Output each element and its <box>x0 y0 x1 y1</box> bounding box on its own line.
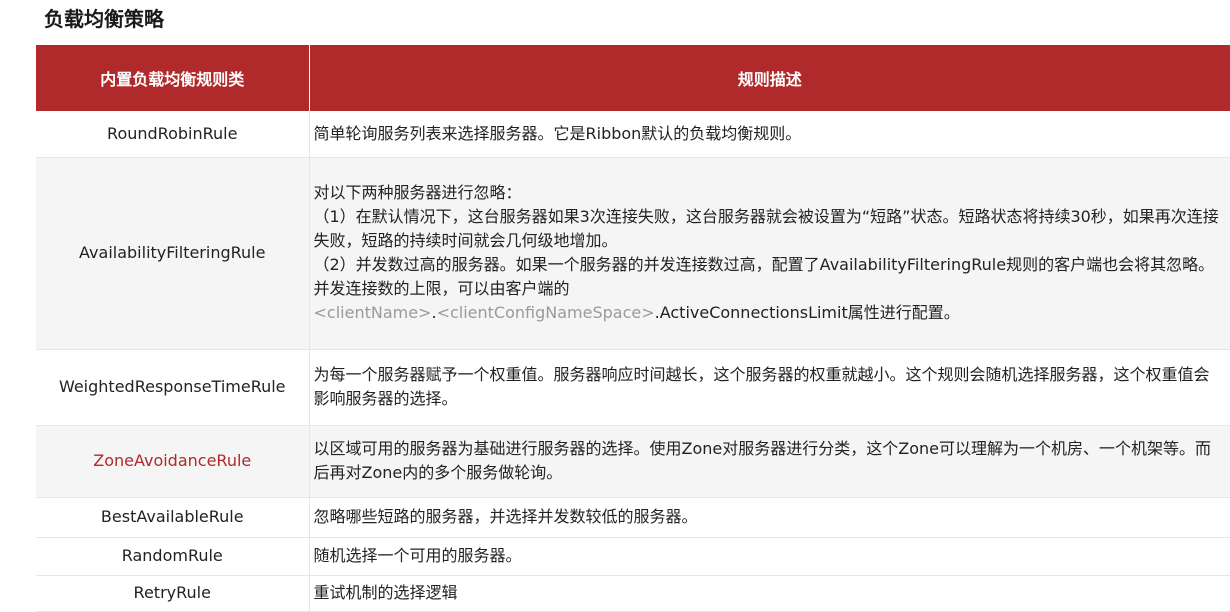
table-row: BestAvailableRule 忽略哪些短路的服务器，并选择并发数较低的服务… <box>36 497 1230 538</box>
rule-description: 对以下两种服务器进行忽略： （1）在默认情况下，这台服务器如果3次连接失败，这台… <box>309 157 1230 350</box>
rule-description: 重试机制的选择逻辑 <box>309 575 1230 612</box>
rule-description: 为每一个服务器赋予一个权重值。服务器响应时间越长，这个服务器的权重就越小。这个规… <box>309 349 1230 426</box>
rule-description: 忽略哪些短路的服务器，并选择并发数较低的服务器。 <box>309 497 1230 538</box>
table-row: RetryRule 重试机制的选择逻辑 <box>36 575 1230 612</box>
rule-name: WeightedResponseTimeRule <box>36 349 310 426</box>
rule-name: BestAvailableRule <box>36 497 310 538</box>
rule-name: RetryRule <box>36 575 310 612</box>
table-row: RandomRule 随机选择一个可用的服务器。 <box>36 537 1230 576</box>
rule-name: AvailabilityFilteringRule <box>36 157 310 350</box>
rule-name: RandomRule <box>36 537 310 576</box>
rule-description: 随机选择一个可用的服务器。 <box>309 537 1230 576</box>
rule-description: 以区域可用的服务器为基础进行服务器的选择。使用Zone对服务器进行分类，这个Zo… <box>309 425 1230 498</box>
table-row: WeightedResponseTimeRule 为每一个服务器赋予一个权重值。… <box>36 349 1230 426</box>
table-row: RoundRobinRule 简单轮询服务列表来选择服务器。它是Ribbon默认… <box>36 111 1230 158</box>
rule-name: RoundRobinRule <box>36 111 310 158</box>
column-header-rule-class: 内置负载均衡规则类 <box>36 45 310 111</box>
table-row: AvailabilityFilteringRule 对以下两种服务器进行忽略： … <box>36 157 1230 350</box>
client-name-placeholder: <clientName> <box>313 303 432 322</box>
active-connections-limit-text: .ActiveConnectionsLimit属性进行配置。 <box>654 303 960 322</box>
table-header-row: 内置负载均衡规则类 规则描述 <box>36 45 1230 111</box>
column-header-rule-description: 规则描述 <box>309 45 1230 111</box>
client-config-namespace-placeholder: <clientConfigNameSpace> <box>436 303 655 322</box>
page: 负载均衡策略 内置负载均衡规则类 规则描述 RoundRobinRule 简单轮… <box>0 0 1230 612</box>
rule-description-text: 对以下两种服务器进行忽略： （1）在默认情况下，这台服务器如果3次连接失败，这台… <box>313 183 1219 298</box>
rule-description: 简单轮询服务列表来选择服务器。它是Ribbon默认的负载均衡规则。 <box>309 111 1230 158</box>
table-row: ZoneAvoidanceRule 以区域可用的服务器为基础进行服务器的选择。使… <box>36 425 1230 498</box>
load-balancing-rules-table: 内置负载均衡规则类 规则描述 RoundRobinRule 简单轮询服务列表来选… <box>36 45 1230 612</box>
page-title: 负载均衡策略 <box>44 7 164 31</box>
rule-name: ZoneAvoidanceRule <box>36 425 310 498</box>
